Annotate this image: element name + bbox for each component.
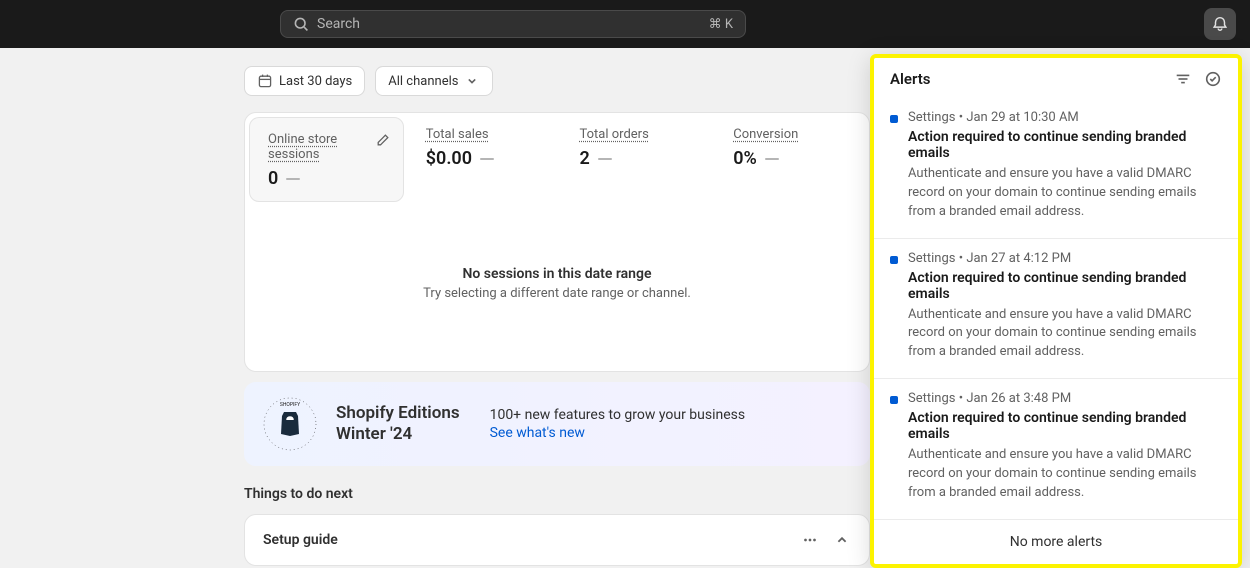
chevron-up-icon[interactable]: [833, 531, 851, 549]
setup-title: Setup guide: [263, 532, 801, 548]
promo-title-line1: Shopify Editions: [336, 403, 460, 424]
setup-guide-card[interactable]: Setup guide: [244, 514, 870, 566]
search-icon: [293, 16, 309, 32]
stats-card: Online store sessions 0 Total sales $0.0…: [244, 112, 870, 372]
date-range-filter[interactable]: Last 30 days: [244, 66, 365, 96]
stat-trend-dash: [480, 158, 494, 160]
pencil-icon: [375, 132, 391, 148]
alert-title: Action required to continue sending bran…: [908, 410, 1222, 442]
alert-description: Authenticate and ensure you have a valid…: [908, 306, 1222, 363]
stat-value: $0.00: [426, 148, 472, 169]
alert-meta: Settings • Jan 27 at 4:12 PM: [908, 251, 1222, 266]
more-icon[interactable]: [801, 531, 819, 549]
alert-meta: Settings • Jan 26 at 3:48 PM: [908, 391, 1222, 406]
promo-title-block: Shopify Editions Winter '24: [336, 403, 460, 446]
promo-title-line2: Winter '24: [336, 424, 460, 445]
top-bar: Search ⌘ K: [0, 0, 1250, 48]
setup-actions: [801, 531, 851, 549]
shopify-bag-icon: [278, 410, 302, 438]
promo-banner: SHOPIFY Shopify Editions Winter '24 100+…: [244, 382, 870, 466]
empty-subtitle: Try selecting a different date range or …: [265, 286, 849, 301]
unread-dot-icon: [890, 115, 898, 123]
search-shortcut: ⌘ K: [709, 17, 733, 32]
promo-description: 100+ new features to grow your business: [490, 407, 746, 423]
alert-item[interactable]: Settings • Jan 27 at 4:12 PM Action requ…: [874, 239, 1238, 380]
stat-conversion[interactable]: Conversion 0%: [715, 113, 869, 206]
stat-orders[interactable]: Total orders 2: [562, 113, 716, 206]
stat-value: 0%: [733, 148, 757, 169]
section-heading: Things to do next: [244, 486, 870, 502]
stat-label: Total orders: [580, 127, 697, 142]
search-input[interactable]: Search ⌘ K: [280, 10, 746, 38]
empty-state: No sessions in this date range Try selec…: [245, 206, 869, 371]
mark-read-icon[interactable]: [1204, 70, 1222, 88]
unread-dot-icon: [890, 396, 898, 404]
search-placeholder: Search: [317, 16, 709, 32]
edit-button[interactable]: [375, 132, 391, 152]
alert-item[interactable]: Settings • Jan 26 at 3:48 PM Action requ…: [874, 379, 1238, 520]
stat-label: Total sales: [426, 127, 543, 142]
alert-description: Authenticate and ensure you have a valid…: [908, 165, 1222, 222]
stat-label: Conversion: [733, 127, 850, 142]
filter-row: Last 30 days All channels: [244, 66, 870, 96]
date-range-label: Last 30 days: [279, 74, 352, 89]
promo-right: 100+ new features to grow your business …: [490, 407, 746, 441]
stat-sessions[interactable]: Online store sessions 0: [249, 117, 404, 202]
alert-meta: Settings • Jan 29 at 10:30 AM: [908, 110, 1222, 125]
empty-title: No sessions in this date range: [265, 266, 849, 282]
chevron-down-icon: [464, 73, 480, 89]
alerts-panel: Alerts Settings • Jan 29 at 10:30 AM Act…: [870, 54, 1242, 568]
stat-value: 2: [580, 148, 590, 169]
promo-link[interactable]: See what's new: [490, 425, 746, 441]
calendar-icon: [257, 73, 273, 89]
channel-label: All channels: [388, 74, 458, 89]
alerts-footer: No more alerts: [874, 520, 1238, 564]
alerts-header: Alerts: [874, 58, 1238, 98]
stat-trend-dash: [765, 158, 779, 160]
stat-trend-dash: [286, 178, 300, 180]
stats-row: Online store sessions 0 Total sales $0.0…: [245, 113, 869, 206]
alert-item[interactable]: Settings • Jan 29 at 10:30 AM Action req…: [874, 98, 1238, 239]
bell-icon: [1211, 15, 1229, 33]
stat-value: 0: [268, 168, 278, 189]
notifications-button[interactable]: [1204, 8, 1236, 40]
alerts-title: Alerts: [890, 70, 1174, 88]
alert-description: Authenticate and ensure you have a valid…: [908, 446, 1222, 503]
filter-icon[interactable]: [1174, 70, 1192, 88]
search-container: Search ⌘ K: [280, 10, 746, 38]
channel-filter[interactable]: All channels: [375, 66, 493, 96]
alert-title: Action required to continue sending bran…: [908, 129, 1222, 161]
svg-text:SHOPIFY: SHOPIFY: [280, 402, 300, 408]
alert-title: Action required to continue sending bran…: [908, 270, 1222, 302]
unread-dot-icon: [890, 256, 898, 264]
stat-label: Online store sessions: [268, 132, 385, 162]
promo-badge: SHOPIFY: [262, 396, 318, 452]
stat-sales[interactable]: Total sales $0.00: [408, 113, 562, 206]
main-content: Last 30 days All channels Online store s…: [0, 48, 870, 566]
stat-trend-dash: [598, 158, 612, 160]
